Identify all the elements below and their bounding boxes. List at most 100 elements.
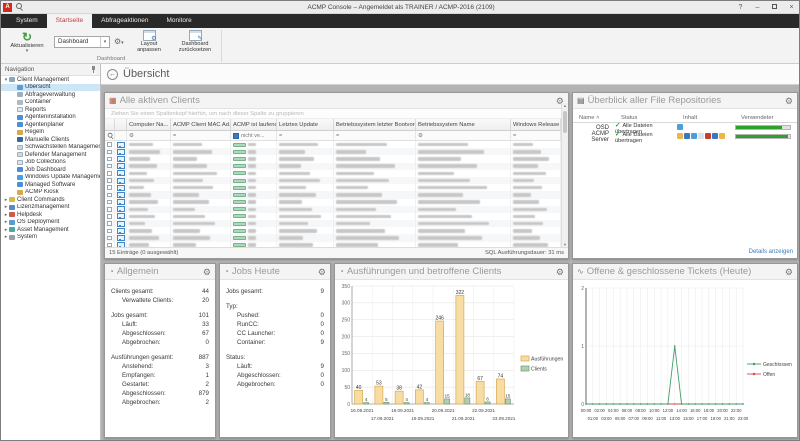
column-header-windows-release-id[interactable]: Windows Release ID: [511, 119, 561, 131]
row-checkbox[interactable]: [107, 185, 112, 190]
tab-system[interactable]: System: [7, 14, 47, 28]
sidebar-item-system[interactable]: ▸ System: [1, 234, 100, 242]
sidebar-item-windows-update-management[interactable]: Windows Update Management: [1, 174, 100, 182]
sidebar-item-container[interactable]: Container: [1, 99, 100, 107]
row-checkbox[interactable]: [107, 163, 112, 169]
sidebar-item-agentenplaner[interactable]: Agentenplaner: [1, 121, 100, 129]
help-button[interactable]: ?: [733, 2, 748, 13]
maximize-button[interactable]: [767, 2, 782, 13]
redacted-text: [336, 236, 399, 240]
filter-cell[interactable]: nicht ve...: [231, 131, 277, 141]
table-row[interactable]: [105, 148, 568, 156]
row-checkbox[interactable]: [107, 214, 112, 219]
table-cell: [334, 198, 416, 206]
table-row[interactable]: [105, 220, 568, 228]
sidebar-item-acmp-kiosk[interactable]: ACMP Kiosk: [1, 189, 100, 197]
row-checkbox[interactable]: [107, 221, 112, 226]
sidebar-item-asset-management[interactable]: ▸ Asset Management: [1, 226, 100, 234]
sidebar-item-reports[interactable]: Reports: [1, 106, 100, 114]
column-header-betriebssystem-name[interactable]: Betriebssystem Name: [416, 119, 511, 131]
sidebar-item-bersicht[interactable]: Übersicht: [1, 83, 100, 91]
column-header-betriebssystem-letzter-bootvorgang[interactable]: Betriebssystem letzter Bootvorgang: [334, 119, 416, 131]
vertical-scrollbar[interactable]: ▲ ▼: [561, 103, 568, 247]
row-checkbox[interactable]: [107, 199, 112, 205]
dashboard-combobox[interactable]: Dashboard ▾: [54, 36, 110, 48]
refresh-button[interactable]: ↻ Aktualisieren ▾: [4, 30, 50, 58]
tab-abfrageaktionen[interactable]: Abfrageaktionen: [92, 14, 157, 28]
row-checkbox[interactable]: [107, 235, 112, 241]
close-button[interactable]: ×: [784, 2, 799, 13]
gear-icon[interactable]: ⚙: [318, 264, 326, 280]
table-row[interactable]: [105, 141, 568, 149]
row-checkbox[interactable]: [107, 178, 112, 183]
table-row[interactable]: [105, 234, 568, 242]
repos-column-header-inhalt[interactable]: Inhalt: [677, 113, 735, 122]
filter-cell[interactable]: ⚙: [416, 131, 511, 141]
row-checkbox[interactable]: [107, 228, 112, 234]
svg-text:18.09.2021: 18.09.2021: [391, 408, 414, 413]
filter-checkbox-checked[interactable]: [233, 132, 239, 139]
table-row[interactable]: [105, 227, 568, 235]
sidebar-item-client-management[interactable]: ▾ Client Management: [1, 76, 100, 84]
sidebar-item-lizenzmanagement[interactable]: ▸ Lizenzmanagement: [1, 204, 100, 212]
select-all-header[interactable]: [105, 119, 115, 131]
row-checkbox[interactable]: [107, 142, 112, 147]
filter-cell[interactable]: =: [277, 131, 334, 141]
row-checkbox[interactable]: [107, 192, 112, 198]
sidebar-item-helpdesk[interactable]: ▸ Helpdesk: [1, 211, 100, 219]
repository-row[interactable]: ACMP Server ✓ Alle Dateien übertragen: [573, 131, 797, 144]
tab-startseite[interactable]: Startseite: [46, 14, 93, 28]
sidebar-item-job-dashboard[interactable]: Job Dashboard: [1, 166, 100, 174]
tab-monitore[interactable]: Monitore: [157, 14, 200, 28]
filter-cell[interactable]: =: [334, 131, 416, 141]
details-link[interactable]: Details anzeigen: [749, 249, 793, 255]
table-row[interactable]: [105, 205, 568, 213]
back-icon[interactable]: ←: [107, 68, 118, 80]
redacted-text: [279, 200, 302, 204]
filter-cell[interactable]: ⚙: [127, 131, 171, 141]
minimize-button[interactable]: –: [750, 2, 765, 13]
table-row[interactable]: [105, 169, 568, 177]
row-checkbox[interactable]: [107, 207, 112, 212]
sidebar-item-managed-software[interactable]: Managed Software: [1, 181, 100, 189]
sidebar-item-client-commands[interactable]: ▸ Client Commands: [1, 196, 100, 204]
column-header-computer-na[interactable]: Computer Na... ▲: [127, 119, 171, 131]
repos-column-header-name[interactable]: Name ˄: [573, 113, 615, 122]
dashboard-settings-button[interactable]: ⚙▾: [114, 36, 130, 48]
filter-cell[interactable]: [115, 131, 127, 141]
sidebar-item-schwachstellen-management[interactable]: Schwachstellen Management: [1, 144, 100, 152]
table-row[interactable]: [105, 184, 568, 192]
gear-icon[interactable]: ⚙: [556, 264, 564, 280]
gear-icon[interactable]: ⚙: [203, 264, 211, 280]
row-checkbox[interactable]: [107, 149, 112, 155]
sidebar-item-defender-management[interactable]: Defender Management: [1, 151, 100, 159]
table-row[interactable]: [105, 155, 568, 163]
sidebar-item-manuelle-clients[interactable]: Manuelle Clients: [1, 136, 100, 144]
filter-cell[interactable]: =: [511, 131, 561, 141]
sidebar-item-os-deployment[interactable]: ▸ OS Deployment: [1, 219, 100, 227]
table-row[interactable]: [105, 176, 568, 185]
sidebar-item-job-collections[interactable]: Job Collections: [1, 159, 100, 167]
table-row[interactable]: [105, 212, 568, 221]
gear-icon[interactable]: ⚙: [785, 93, 793, 109]
table-row[interactable]: [105, 162, 568, 170]
table-row[interactable]: [105, 198, 568, 206]
computer-icon: [117, 220, 125, 227]
column-header-acmp-client-mac-ad[interactable]: ACMP Client MAC Ad...: [171, 119, 231, 131]
gear-icon[interactable]: ⚙: [785, 264, 793, 280]
pin-icon[interactable]: [91, 66, 96, 73]
sidebar-item-agenteninstallation[interactable]: Agenteninstallation: [1, 114, 100, 122]
agent-install-icon: [17, 114, 23, 120]
filter-cell[interactable]: [105, 131, 115, 141]
sidebar-item-regeln[interactable]: Regeln: [1, 129, 100, 137]
column-header-acmp-ist-laufend[interactable]: ACMP ist laufend: [231, 119, 277, 131]
repos-column-header-verwendeter-speicher[interactable]: Verwendeter Speicher: [735, 113, 795, 131]
table-row[interactable]: [105, 191, 568, 199]
sidebar-item-abfrageverwaltung[interactable]: Abfrageverwaltung: [1, 91, 100, 99]
filter-cell[interactable]: =: [171, 131, 231, 141]
row-checkbox[interactable]: [107, 171, 112, 176]
scrollbar-thumb[interactable]: [563, 111, 567, 133]
redacted-text: [513, 236, 540, 240]
row-checkbox[interactable]: [107, 156, 112, 162]
column-header-letztes-update[interactable]: Letztes Update: [277, 119, 334, 131]
